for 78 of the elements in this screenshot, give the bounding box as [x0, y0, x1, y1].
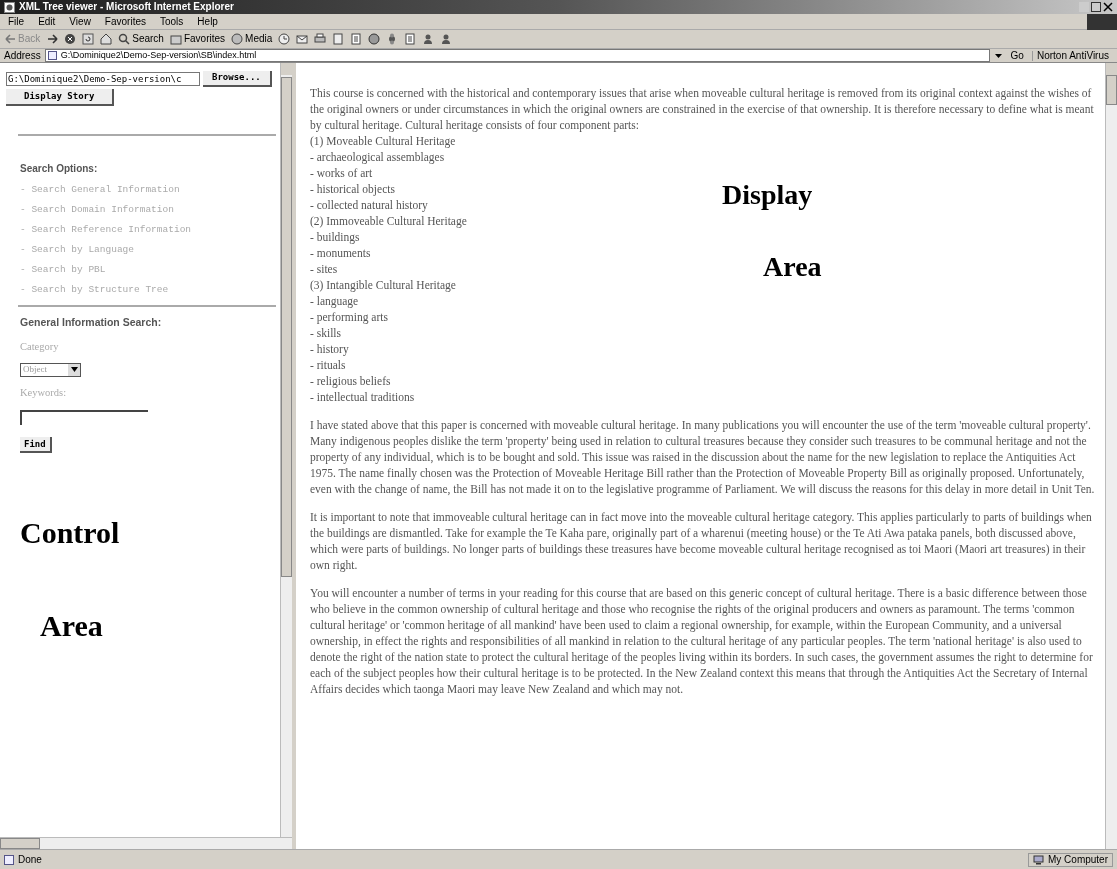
- list-item: - works of art: [310, 166, 373, 181]
- paragraph: I have stated above that this paper is concerned with moveable cultural heritage. In many publications you will encounter the use of the term 'moveable cultural property'. Many indigenous peoples dislike the term 'property' being used in relation to cultural treasures because they consider such treasures to be communal heritage and not the property of any individual, which is to be bought and sold. This issue was raised in the discussion about the name for the new legislation to replace the Antiquities Act 1975. The name finally chosen was the Protection of Moveable Heritage Bill rather than the Protection of Moveable Property Bill as originally proposed. Unfortunately, even with the change of name, the Bill has not made it on to the legislative programme of Parliament. We will discuss the reasons for this delay in more detail in Unit Ten.: [310, 418, 1096, 497]
- page-icon: [47, 51, 57, 60]
- media-button[interactable]: Media: [231, 33, 273, 45]
- refresh-icon[interactable]: [82, 33, 95, 45]
- list-item: - religious beliefs: [310, 374, 391, 389]
- find-button[interactable]: Find: [20, 437, 52, 454]
- maximize-button[interactable]: [1091, 2, 1101, 12]
- list-item: - collected natural history: [310, 198, 428, 213]
- list-item: - history: [310, 342, 349, 357]
- list-item: - performing arts: [310, 310, 388, 325]
- file-path-field[interactable]: G:\Dominique2\Demo-Sep-version\c: [6, 72, 200, 86]
- folder-icon: [169, 33, 182, 45]
- paragraph: It is important to note that immoveable cultural heritage can in fact move into the moveable cultural heritage category. This applies particularly to parts of buildings when the buildings are dismantled. Take for example the Te Kaha pare, originally part of a wharenui (meeting house) or the Te Ati Awa pataka panels, both discussed above, which were parts of buildings. No longer parts of buildings these treasures have become moveable cultural heritage recognised as toi Maori (Maori art treasures) in their own right.: [310, 510, 1093, 573]
- person-icon[interactable]: [440, 33, 453, 45]
- globe-icon[interactable]: [368, 33, 381, 45]
- annotation-label: Control: [20, 518, 120, 548]
- menu-item[interactable]: Favorites: [104, 14, 146, 29]
- history-icon[interactable]: [278, 33, 291, 45]
- keywords-field[interactable]: [20, 410, 148, 426]
- go-button[interactable]: Go: [1006, 50, 1028, 61]
- paragraph: You will encounter a number of terms in your reading for this course that are based on this generic concept of cultural heritage. There is a basic difference between those who believe in the common ownership of cultural heritage and those who recognise the rights of the original producers and owners as paramount. The terms 'common cultural heritage' or 'common heritage of all mankind' have been used to claim a regional ownership, for example, within the European Community, and a universal ownership, in effect the rights and responsibilities of all mankind in relation to the cultural heritage of any particular peoples. The term 'national heritage' is also used to denote the right of the nation state to protect the cultural heritage of the peoples living within its borders. In such cases, the government assumes the right to determine for each of the subject peoples how their cultural heritage is to be protected. In the New Zealand context this means that through the Antiquities Act the Secretary of Internal Affairs decides which taonga Maori may leave New Zealand and which may not.: [310, 586, 1094, 697]
- dropdown-arrow-icon: [70, 367, 78, 372]
- horizontal-scrollbar[interactable]: [0, 837, 292, 849]
- list-item: - rituals: [310, 358, 346, 373]
- address-field[interactable]: G:\Dominique2\Demo-Sep-version\SB\index.html: [44, 49, 990, 62]
- computer-icon: [1033, 854, 1044, 865]
- annotation-label: Area: [763, 253, 822, 281]
- list-item: (2) Immoveable Cultural Heritage: [310, 214, 467, 229]
- page-icon: [4, 854, 14, 865]
- vertical-scrollbar[interactable]: [1105, 63, 1117, 849]
- page-icon[interactable]: [350, 33, 363, 45]
- page-icon[interactable]: [404, 33, 417, 45]
- mail-icon[interactable]: [296, 33, 309, 45]
- media-icon: [231, 33, 244, 45]
- address-label: Address: [4, 49, 41, 63]
- window-title: XML Tree viewer - Microsoft Internet Explorer: [19, 2, 234, 12]
- list-item: - skills: [310, 326, 341, 341]
- section-heading: Search Options:: [20, 162, 99, 176]
- person-icon[interactable]: [422, 33, 435, 45]
- menu-item[interactable]: Edit: [38, 14, 56, 29]
- list-item: - intellectual traditions: [310, 390, 415, 405]
- norton-button[interactable]: Norton AntiVirus: [1031, 50, 1113, 61]
- field-label: Category: [20, 339, 60, 354]
- annotation-label: Area: [40, 611, 103, 641]
- menu-item[interactable]: Help: [197, 14, 218, 29]
- close-icon[interactable]: [1103, 2, 1113, 12]
- zone-label: My Computer: [1048, 853, 1108, 867]
- forward-arrow-icon[interactable]: [46, 33, 59, 45]
- back-arrow-icon: [4, 33, 16, 45]
- list-item: - buildings: [310, 230, 360, 245]
- list-item: - language: [310, 294, 359, 309]
- edit-icon[interactable]: [332, 33, 345, 45]
- menu-item[interactable]: Tools: [160, 14, 184, 29]
- section-heading: General Information Search:: [20, 315, 163, 330]
- paragraph: This course is concerned with the historical and contemporary issues that arise when moveable cultural heritage is removed from its original context against the wishes of the original owners or under circumstances in which the original owners are constrained in the exercise of that ownership. It is therefore necessary to define what is meant by cultural heritage. Cultural heritage consists of four component parts:: [310, 86, 1095, 133]
- list-item: (3) Intangible Cultural Heritage: [310, 278, 456, 293]
- menu-item[interactable]: View: [69, 14, 91, 29]
- list-item: (1) Moveable Cultural Heritage: [310, 134, 456, 149]
- list-item: - monuments: [310, 246, 371, 261]
- menu-item[interactable]: File: [8, 14, 25, 29]
- search-icon: [118, 33, 131, 45]
- browse-button[interactable]: Browse...: [203, 71, 272, 87]
- stop-icon[interactable]: [64, 33, 77, 45]
- browser-icon: [4, 1, 15, 13]
- dropdown-arrow-icon[interactable]: [993, 51, 1003, 60]
- print-icon[interactable]: [314, 33, 327, 45]
- list-item: - archaeological assemblages: [310, 150, 445, 165]
- vertical-scrollbar[interactable]: [280, 63, 292, 837]
- status-text: Done: [18, 853, 42, 867]
- favorites-button[interactable]: Favorites: [169, 33, 226, 45]
- search-button[interactable]: Search: [118, 33, 164, 45]
- annotation-label: Display: [722, 181, 813, 209]
- list-item: - sites: [310, 262, 338, 277]
- field-label: Keywords:: [20, 385, 68, 400]
- list-item: - historical objects: [310, 182, 395, 197]
- home-icon[interactable]: [100, 33, 113, 45]
- display-story-button[interactable]: Display Story: [6, 89, 115, 106]
